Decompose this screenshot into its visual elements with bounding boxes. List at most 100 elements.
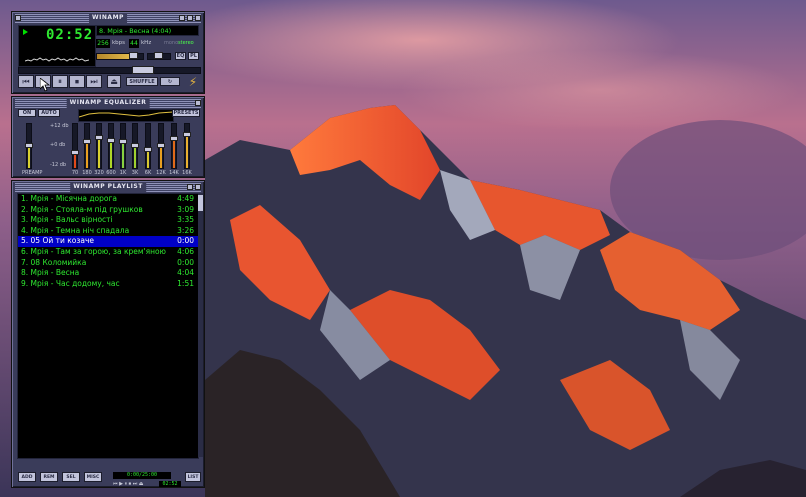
playlist-item[interactable]: 8. Мрія - Весна 4:04	[18, 268, 198, 279]
balance-slider[interactable]	[147, 52, 171, 60]
playlist-item-duration: 4:06	[177, 246, 194, 256]
eq-band-knob[interactable]	[119, 138, 127, 144]
balance-knob[interactable]	[154, 52, 163, 59]
playlist-mini-time: 02:52	[159, 481, 181, 487]
eject-button[interactable]: ⏏	[107, 75, 121, 88]
playlist-tracks[interactable]: 1. Мрія - Місячна дорога 4:49 2. Мрія - Ст…	[17, 193, 199, 459]
shade-button[interactable]	[187, 15, 193, 21]
close-button[interactable]	[195, 15, 201, 21]
samplerate-value: 44	[129, 39, 139, 48]
menu-button[interactable]	[15, 15, 21, 21]
playlist-scroll-thumb[interactable]	[198, 195, 203, 211]
eq-band-label: 3K	[131, 170, 139, 176]
eq-band-slider[interactable]	[107, 123, 115, 169]
eq-title: WINAMP EQUALIZER	[66, 98, 150, 108]
eq-band-knob[interactable]	[144, 146, 152, 152]
eq-band-fill	[74, 152, 76, 168]
eq-band-slider[interactable]	[119, 123, 127, 169]
winamp-playlist-window: WINAMP PLAYLIST 1. Мрія - Місячна дорога…	[11, 180, 205, 488]
playlist-item[interactable]: 2. Мрія - Стояла-м під грушков 3:09	[18, 205, 198, 216]
eq-band-knob[interactable]	[71, 149, 79, 155]
eq-on-button[interactable]: ON	[18, 109, 36, 117]
eq-band-knob[interactable]	[157, 143, 165, 148]
eq-band-slider[interactable]	[71, 123, 79, 169]
eq-toggle-button[interactable]: EQ	[175, 52, 186, 60]
eq-band-knob[interactable]	[131, 143, 139, 148]
eq-band-knob[interactable]	[183, 132, 191, 137]
eq-band-fill	[173, 139, 175, 168]
eq-band-slider[interactable]	[144, 123, 152, 169]
time-display[interactable]: 02:52	[18, 25, 96, 67]
eq-close-button[interactable]	[195, 100, 201, 106]
song-title-marquee[interactable]: 8. Мрія - Весна (4:04)	[96, 25, 199, 36]
main-titlebar[interactable]: WINAMP	[15, 13, 201, 23]
bitrate-value: 256	[96, 39, 110, 48]
playlist-item[interactable]: 6. Мрія - Там за горою, за крем'яною 4:06	[18, 247, 198, 258]
repeat-button[interactable]: ↻	[160, 77, 180, 86]
db-plus-label: +12 db	[50, 123, 69, 129]
eq-band-slider[interactable]	[157, 123, 165, 169]
playlist-item-title: 7. 08 Коломийка	[21, 257, 87, 267]
playlist-item[interactable]: 3. Мрія - Вальс вірності 3:35	[18, 215, 198, 226]
playlist-select-button[interactable]: SEL	[62, 472, 80, 482]
play-state-icon	[23, 29, 28, 35]
minimize-button[interactable]	[179, 15, 185, 21]
playlist-item[interactable]: 5. 05 Ой ти козаче 0:00	[18, 236, 198, 247]
playlist-item[interactable]: 4. Мрія - Темна ніч спадала 3:26	[18, 226, 198, 237]
playlist-close-button[interactable]	[195, 184, 201, 190]
db-minus-label: -12 db	[50, 162, 67, 168]
eq-band-slider[interactable]	[95, 123, 103, 169]
playlist-total-time: 0:00/25:00	[113, 472, 171, 479]
eq-band-fill	[122, 141, 124, 168]
next-button[interactable]: ⏭	[86, 75, 102, 88]
pause-button[interactable]: ⏸	[52, 75, 68, 88]
stop-button[interactable]: ⏹	[69, 75, 85, 88]
eq-presets-button[interactable]: PRESETS	[172, 109, 200, 117]
playlist-item[interactable]: 1. Мрія - Місячна дорога 4:49	[18, 194, 198, 205]
pl-toggle-button[interactable]: PL	[188, 52, 199, 60]
playlist-scrollbar[interactable]	[198, 193, 203, 457]
previous-button[interactable]: ⏮	[18, 75, 34, 88]
eq-band-slider[interactable]	[183, 123, 191, 169]
playlist-mini-controls[interactable]: ⏮ ▶ ⏸ ⏹ ⏭ ⏏	[113, 481, 153, 487]
playlist-titlebar[interactable]: WINAMP PLAYLIST	[15, 182, 201, 192]
playlist-item[interactable]: 9. Мрія - Час додому, час 1:51	[18, 279, 198, 290]
elapsed-time[interactable]: 02:52	[46, 27, 93, 43]
eq-band-knob[interactable]	[83, 139, 91, 145]
playlist-add-button[interactable]: ADD	[18, 472, 36, 482]
volume-knob[interactable]	[128, 52, 138, 59]
eq-band-fill	[186, 135, 188, 168]
eq-band-knob[interactable]	[107, 137, 115, 143]
playlist-item[interactable]: 7. 08 Коломийка 0:00	[18, 258, 198, 269]
db-zero-label: +0 db	[50, 142, 66, 148]
playlist-item-duration: 3:35	[177, 215, 194, 225]
playlist-list-button[interactable]: LIST	[185, 472, 201, 482]
preamp-slider[interactable]	[25, 123, 33, 169]
preamp-fill	[28, 146, 30, 168]
playlist-item-title: 4. Мрія - Темна ніч спадала	[21, 225, 130, 235]
eq-band-fill	[147, 149, 149, 168]
winamp-equalizer-window: WINAMP EQUALIZER ON AUTO PRESETS PREAMP …	[11, 96, 205, 178]
shuffle-button[interactable]: SHUFFLE	[126, 77, 158, 86]
playlist-remove-button[interactable]: REM	[40, 472, 58, 482]
eq-band-knob[interactable]	[95, 135, 103, 141]
eq-band-slider[interactable]	[170, 123, 178, 169]
eq-band-slider[interactable]	[131, 123, 139, 169]
eq-band-knob[interactable]	[170, 136, 178, 142]
playlist-item-title: 2. Мрія - Стояла-м під грушков	[21, 204, 143, 214]
eq-band-slider[interactable]	[83, 123, 91, 169]
spectrum-visualizer[interactable]	[25, 53, 89, 63]
preamp-knob[interactable]	[25, 143, 33, 148]
winamp-logo-icon[interactable]: ⚡	[186, 75, 200, 89]
eq-auto-button[interactable]: AUTO	[38, 109, 60, 117]
playlist-item-title: 1. Мрія - Місячна дорога	[21, 194, 118, 203]
playlist-item-duration: 4:49	[177, 194, 194, 203]
volume-slider[interactable]	[96, 52, 144, 60]
seek-bar[interactable]	[18, 66, 201, 74]
eq-titlebar[interactable]: WINAMP EQUALIZER	[15, 98, 201, 108]
eq-band-label: 12K	[156, 170, 166, 176]
seek-knob[interactable]	[131, 66, 154, 74]
playlist-item-title: 9. Мрія - Час додому, час	[21, 278, 120, 288]
playlist-shade-button[interactable]	[187, 184, 193, 190]
playlist-misc-button[interactable]: MISC	[84, 472, 102, 482]
